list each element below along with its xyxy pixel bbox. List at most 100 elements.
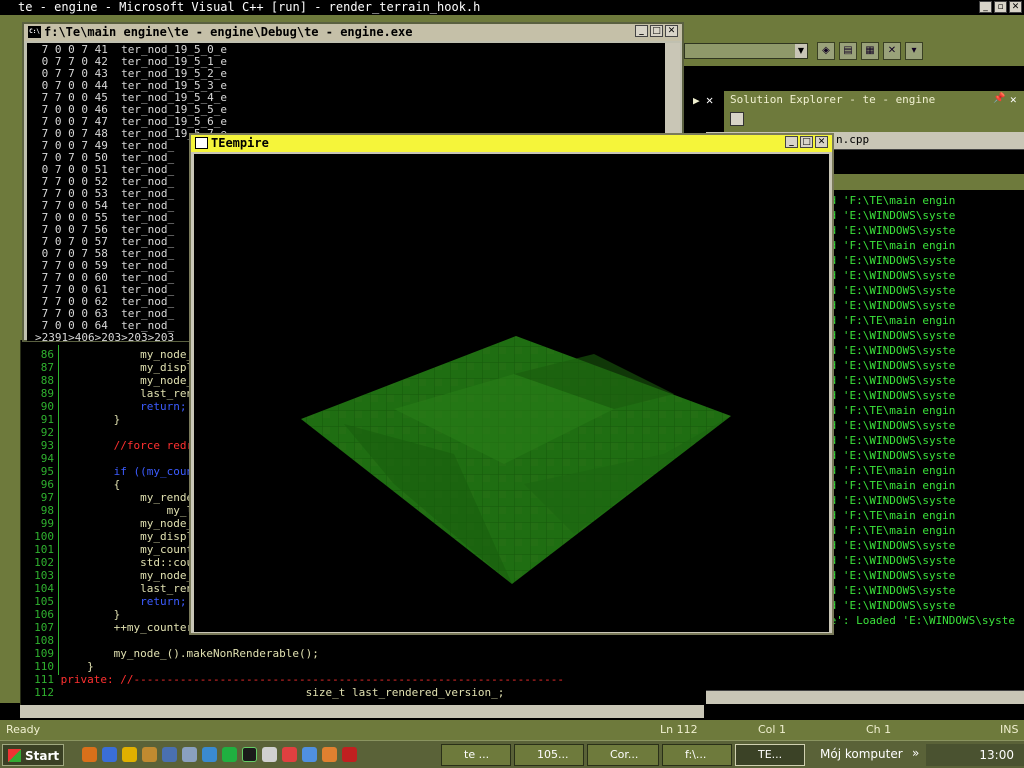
app-icon[interactable] xyxy=(282,747,297,762)
line-number: 90 xyxy=(40,400,54,413)
code-text: my_rendere xyxy=(54,491,207,504)
code-text: my_node_() xyxy=(54,569,207,582)
minimize-icon[interactable]: _ xyxy=(979,1,992,13)
task-button-active[interactable]: TE... xyxy=(735,744,805,766)
app-icon[interactable] xyxy=(322,747,337,762)
my-computer-toolbar[interactable]: Mój komputer xyxy=(820,747,903,761)
line-number: 88 xyxy=(40,374,54,387)
properties-icon[interactable] xyxy=(730,112,744,126)
ide-title-bar: te - engine - Microsoft Visual C++ [run]… xyxy=(0,0,1024,15)
code-hscroll[interactable] xyxy=(20,705,704,718)
tools-icon[interactable]: ✕ xyxy=(883,42,901,60)
code-text: my_lon xyxy=(54,504,207,517)
line-number: 98 xyxy=(40,504,54,517)
clock[interactable]: 13:00 xyxy=(979,748,1014,762)
line-number: 106 xyxy=(34,608,54,621)
options-icon[interactable]: ▾ xyxy=(905,42,923,60)
app-icon[interactable] xyxy=(302,747,317,762)
app-icon[interactable] xyxy=(342,747,357,762)
app-icon[interactable] xyxy=(242,747,257,762)
code-text: last_rende xyxy=(54,582,207,595)
minimize-icon[interactable]: _ xyxy=(785,136,798,148)
quick-launch xyxy=(82,747,357,762)
app-icon[interactable] xyxy=(262,747,277,762)
code-text: return; xyxy=(54,595,187,608)
solution-explorer-icon[interactable]: ◈ xyxy=(817,42,835,60)
line-number: 97 xyxy=(40,491,54,504)
code-text: std::cout xyxy=(54,556,200,569)
start-button[interactable]: Start xyxy=(2,744,64,766)
class-view-icon[interactable]: ▦ xyxy=(861,42,879,60)
line-number: 91 xyxy=(40,413,54,426)
close-icon[interactable]: ✕ xyxy=(1009,1,1022,13)
minimize-icon[interactable]: _ xyxy=(635,25,648,37)
status-ins: INS xyxy=(1000,723,1019,736)
code-text: return; xyxy=(54,400,187,413)
start-label: Start xyxy=(25,749,60,763)
teempire-window: TEempire _ □ ✕ xyxy=(189,133,834,635)
firefox-icon[interactable] xyxy=(82,747,97,762)
line-number: 107 xyxy=(34,621,54,634)
code-text: //force redraw xyxy=(54,439,207,452)
console-icon: C:\ xyxy=(28,26,41,38)
line-number: 95 xyxy=(40,465,54,478)
line-number: 96 xyxy=(40,478,54,491)
output-hscroll[interactable] xyxy=(706,690,1024,704)
teempire-title: TEempire xyxy=(211,136,269,150)
app-icon[interactable] xyxy=(182,747,197,762)
task-button[interactable]: te ... xyxy=(441,744,511,766)
file-tab[interactable]: n.cpp xyxy=(836,133,869,146)
console-title: f:\Te\main engine\te - engine\Debug\te -… xyxy=(44,25,413,39)
line-number: 93 xyxy=(40,439,54,452)
status-ch: Ch 1 xyxy=(866,723,892,736)
maximize-icon[interactable]: □ xyxy=(650,25,663,37)
status-ready: Ready xyxy=(6,723,41,736)
task-button[interactable]: f:\... xyxy=(662,744,732,766)
close-icon[interactable]: ✕ xyxy=(706,93,713,107)
line-number: 111 xyxy=(34,673,54,686)
line-number: 100 xyxy=(34,530,54,543)
line-number: 112 xyxy=(34,686,54,699)
code-text: { xyxy=(54,478,121,491)
ie-icon[interactable] xyxy=(102,747,117,762)
taskbar: Start te ... 105... Cor... f:\... TE... … xyxy=(0,740,1024,768)
maximize-icon[interactable]: □ xyxy=(800,136,813,148)
line-number: 101 xyxy=(34,543,54,556)
line-number: 104 xyxy=(34,582,54,595)
app-icon[interactable] xyxy=(202,747,217,762)
app-icon[interactable] xyxy=(162,747,177,762)
restore-icon[interactable]: ▫ xyxy=(994,1,1007,13)
line-number: 102 xyxy=(34,556,54,569)
pin-icon[interactable]: 📌 xyxy=(993,93,1005,104)
code-text: my_display xyxy=(54,530,207,543)
properties-icon[interactable]: ▤ xyxy=(839,42,857,60)
console-title-bar: C:\ f:\Te\main engine\te - engine\Debug\… xyxy=(24,24,682,41)
explorer-icon[interactable] xyxy=(122,747,137,762)
close-icon[interactable]: ✕ xyxy=(815,136,828,148)
windows-logo-icon xyxy=(8,749,21,762)
app-icon[interactable] xyxy=(222,747,237,762)
code-text: } xyxy=(54,608,121,621)
line-number: 89 xyxy=(40,387,54,400)
chevron-down-icon[interactable]: ▼ xyxy=(795,44,807,58)
line-number: 105 xyxy=(34,595,54,608)
line-number: 99 xyxy=(40,517,54,530)
code-line: 111 private: //-------------------------… xyxy=(20,673,700,686)
code-text: my_node_() xyxy=(54,374,207,387)
task-button[interactable]: 105... xyxy=(514,744,584,766)
line-number: 110 xyxy=(34,660,54,673)
close-icon[interactable]: ✕ xyxy=(665,25,678,37)
terrain-viewport[interactable] xyxy=(194,154,829,632)
terrain-render xyxy=(301,336,731,584)
task-button[interactable]: Cor... xyxy=(587,744,659,766)
line-number: 94 xyxy=(40,452,54,465)
app-icon[interactable] xyxy=(142,747,157,762)
close-icon[interactable]: ✕ xyxy=(1010,93,1017,106)
line-number: 108 xyxy=(34,634,54,647)
play-icon[interactable]: ▶ xyxy=(693,94,700,107)
code-text: my_node_() xyxy=(54,348,207,361)
config-combo[interactable]: ▼ xyxy=(684,43,808,59)
chevron-right-icon[interactable]: » xyxy=(912,746,919,760)
